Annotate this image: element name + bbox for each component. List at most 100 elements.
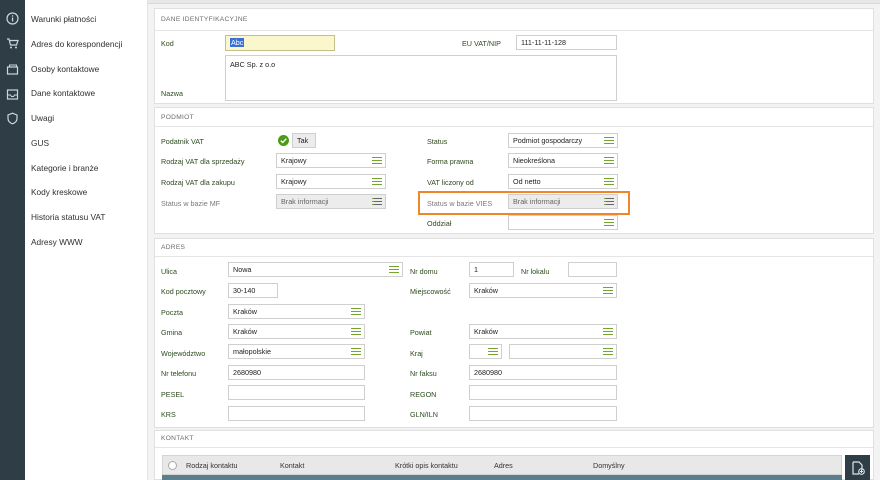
krs-input[interactable] <box>228 406 365 421</box>
list-icon[interactable] <box>603 348 613 356</box>
sidebar-item-uwagi[interactable]: Uwagi <box>31 113 54 123</box>
rodzaj-zakup-select[interactable]: Krajowy <box>276 174 386 189</box>
nr-lokalu-input[interactable] <box>568 262 617 277</box>
powiat-value: Kraków <box>474 327 498 336</box>
column-domyslny[interactable]: Domyślny <box>593 461 625 470</box>
euvat-input[interactable]: 111-11-11-128 <box>516 35 617 50</box>
list-icon[interactable] <box>604 219 614 227</box>
gmina-label: Gmina <box>161 328 183 337</box>
column-kontakt[interactable]: Kontakt <box>280 461 304 470</box>
rodzaj-zakup-value: Krajowy <box>281 177 307 186</box>
powiat-select[interactable]: Kraków <box>469 324 617 339</box>
ulica-select[interactable]: Nowa <box>228 262 403 277</box>
rodzaj-sprzedaz-label: Rodzaj VAT dla sprzedaży <box>161 157 245 166</box>
sidebar-item-dane-kontaktowe[interactable]: Dane kontaktowe <box>31 88 95 98</box>
column-opis[interactable]: Krótki opis kontaktu <box>395 461 458 470</box>
register-icon[interactable] <box>6 63 19 76</box>
poczta-label: Poczta <box>161 308 183 317</box>
divider <box>155 126 873 127</box>
sidebar-item-adresy-www[interactable]: Adresy WWW <box>31 237 83 247</box>
telefon-label: Nr telefonu <box>161 369 197 378</box>
sidebar-item-historia-vat[interactable]: Historia statusu VAT <box>31 212 105 222</box>
gmina-select[interactable]: Kraków <box>228 324 365 339</box>
divider <box>155 256 873 257</box>
list-icon[interactable] <box>603 287 613 295</box>
column-adres[interactable]: Adres <box>494 461 513 470</box>
kraj-name-select[interactable] <box>509 344 617 359</box>
vat-liczony-select[interactable]: Od netto <box>508 174 618 189</box>
kod-pocztowy-input[interactable]: 30-140 <box>228 283 278 298</box>
select-all-radio[interactable] <box>168 461 177 470</box>
sidebar-item-warunki[interactable]: Warunki płatności <box>31 14 96 24</box>
miejscowosc-label: Miejscowość <box>410 287 451 296</box>
status-mf-field: Brak informacji <box>276 194 386 209</box>
faks-input[interactable]: 2680980 <box>469 365 617 380</box>
list-icon <box>372 198 382 206</box>
column-rodzaj[interactable]: Rodzaj kontaktu <box>186 461 238 470</box>
status-mf-label: Status w bazie MF <box>161 199 221 208</box>
list-icon[interactable] <box>604 157 614 165</box>
poczta-select[interactable]: Kraków <box>228 304 365 319</box>
regon-label: REGON <box>410 390 437 399</box>
pesel-label: PESEL <box>161 390 185 399</box>
shield-icon[interactable] <box>6 112 19 125</box>
sidebar-item-kategorie[interactable]: Kategorie i branże <box>31 163 98 173</box>
faks-label: Nr faksu <box>410 369 437 378</box>
list-icon[interactable] <box>389 266 399 274</box>
rodzaj-sprzedaz-select[interactable]: Krajowy <box>276 153 386 168</box>
icon-rail <box>0 0 25 480</box>
inbox-icon[interactable] <box>6 88 19 101</box>
forma-select[interactable]: Nieokreślona <box>508 153 618 168</box>
gln-input[interactable] <box>469 406 617 421</box>
podatnik-label: Podatnik VAT <box>161 137 204 146</box>
miejscowosc-select[interactable]: Kraków <box>469 283 617 298</box>
section-title: DANE IDENTYFIKACYJNE <box>161 16 248 23</box>
status-label: Status <box>427 137 448 146</box>
vat-liczony-value: Od netto <box>513 177 541 186</box>
status-value: Podmiot gospodarczy <box>513 136 583 145</box>
pesel-input[interactable] <box>228 385 365 400</box>
powiat-label: Powiat <box>410 328 432 337</box>
wojewodztwo-select[interactable]: małopolskie <box>228 344 365 359</box>
regon-input[interactable] <box>469 385 617 400</box>
nr-domu-input[interactable]: 1 <box>469 262 514 277</box>
list-icon[interactable] <box>488 348 498 356</box>
list-icon[interactable] <box>351 308 361 316</box>
vat-liczony-label: VAT liczony od <box>427 178 474 187</box>
sidebar-item-gus[interactable]: GUS <box>31 138 49 148</box>
info-icon[interactable] <box>6 12 19 25</box>
podatnik-value[interactable]: Tak <box>292 133 316 148</box>
section-title: ADRES <box>161 244 186 251</box>
wojewodztwo-label: Województwo <box>161 349 206 358</box>
sidebar-item-adres-korespondencji[interactable]: Adres do korespondencji <box>31 39 122 49</box>
forma-label: Forma prawna <box>427 157 474 166</box>
ulica-label: Ulica <box>161 267 177 276</box>
oddzial-select[interactable] <box>508 215 618 230</box>
nr-lokalu-label: Nr lokalu <box>521 267 550 276</box>
list-icon[interactable] <box>604 137 614 145</box>
list-icon[interactable] <box>351 328 361 336</box>
cart-icon[interactable] <box>6 37 19 50</box>
sidebar-item-kody[interactable]: Kody kreskowe <box>31 187 87 197</box>
list-icon[interactable] <box>372 178 382 186</box>
list-icon[interactable] <box>351 348 361 356</box>
section-title: PODMIOT <box>161 114 194 121</box>
kraj-select[interactable] <box>469 344 502 359</box>
telefon-input[interactable]: 2680980 <box>228 365 365 380</box>
contact-grid-row[interactable] <box>162 475 842 480</box>
add-document-button[interactable] <box>845 455 870 480</box>
nazwa-input[interactable]: ABC Sp. z o.o <box>225 55 617 101</box>
sidebar-item-osoby[interactable]: Osoby kontaktowe <box>31 64 99 74</box>
kod-input[interactable]: Abc <box>225 35 335 51</box>
divider <box>155 30 873 31</box>
status-select[interactable]: Podmiot gospodarczy <box>508 133 618 148</box>
list-icon[interactable] <box>603 328 613 336</box>
divider <box>155 447 873 448</box>
document-add-icon <box>852 461 865 475</box>
list-icon[interactable] <box>604 178 614 186</box>
rodzaj-zakup-label: Rodzaj VAT dla zakupu <box>161 178 235 187</box>
ulica-value: Nowa <box>233 265 252 274</box>
section-title: KONTAKT <box>161 435 194 442</box>
forma-value: Nieokreślona <box>513 156 555 165</box>
list-icon[interactable] <box>372 157 382 165</box>
